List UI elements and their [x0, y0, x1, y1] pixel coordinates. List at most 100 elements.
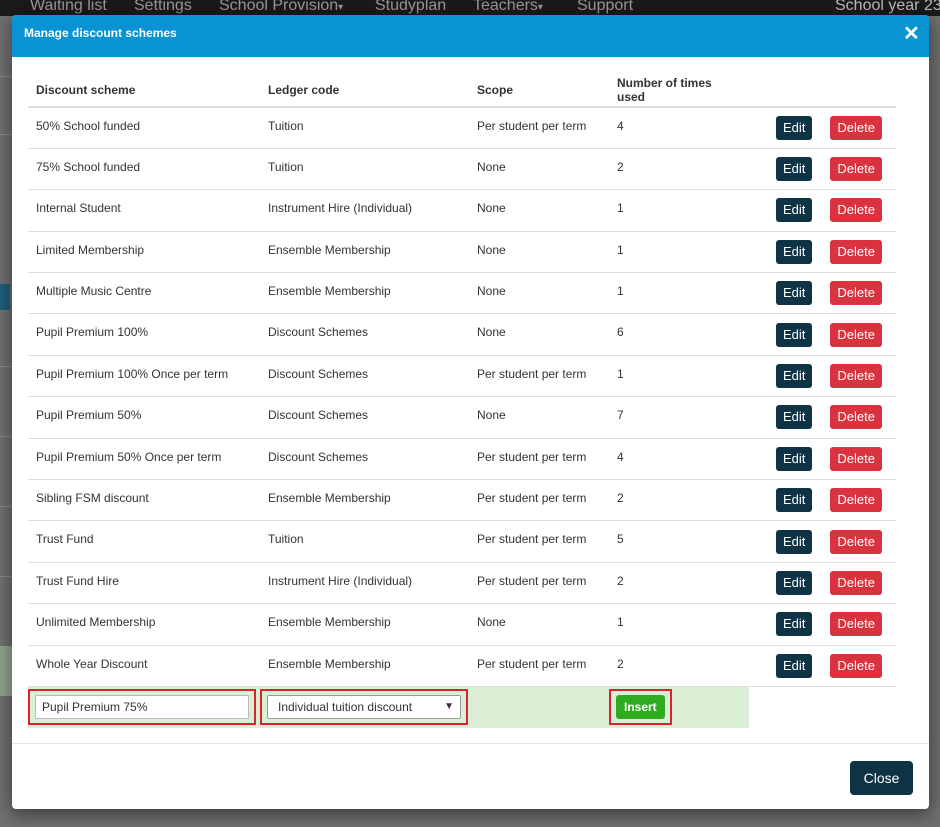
nav-teachers: Teachers▾ — [473, 0, 543, 14]
edit-button[interactable]: Edit — [776, 653, 813, 678]
edit-button[interactable]: Edit — [776, 239, 813, 264]
background-blue-button — [0, 284, 10, 310]
insert-button[interactable]: Insert — [616, 695, 665, 720]
ledger-code: Discount Schemes — [260, 437, 469, 480]
row-actions: Edit Delete — [749, 644, 896, 687]
edit-button[interactable]: Edit — [776, 488, 813, 513]
background-green-panel — [0, 646, 12, 696]
table-row: Multiple Music Centre Ensemble Membership… — [28, 272, 896, 314]
edit-button[interactable]: Edit — [776, 115, 813, 140]
delete-button[interactable]: Delete — [830, 446, 882, 471]
delete-button[interactable]: Delete — [830, 322, 882, 347]
table-row: Sibling FSM discount Ensemble Membership P… — [28, 479, 896, 521]
row-actions: Edit Delete — [749, 354, 896, 397]
scope: Per student per term — [469, 106, 609, 149]
edit-button[interactable]: Edit — [776, 529, 813, 554]
scope: None — [469, 313, 609, 356]
delete-button[interactable]: Delete — [830, 364, 882, 389]
scheme-name: Limited Membership — [28, 230, 260, 273]
delete-button[interactable]: Delete — [830, 115, 882, 140]
ledger-code: Discount Schemes — [260, 313, 469, 356]
row-actions: Edit Delete — [749, 189, 896, 232]
times-used: 1 — [609, 603, 749, 646]
edit-button[interactable]: Edit — [776, 322, 813, 347]
delete-button[interactable]: Delete — [830, 239, 882, 264]
table-header-row: Discount scheme Ledger code Scope Number… — [28, 73, 896, 108]
ledger-code: Ensemble Membership — [260, 644, 469, 687]
modal-title: Manage discount schemes — [24, 26, 177, 40]
nav-school-provision: School Provision▾ — [219, 0, 344, 14]
row-actions: Edit Delete — [749, 479, 896, 521]
scope: None — [469, 396, 609, 439]
delete-button[interactable]: Delete — [830, 653, 882, 678]
delete-button[interactable]: Delete — [830, 612, 882, 637]
edit-button[interactable]: Edit — [776, 446, 813, 471]
scope: None — [469, 603, 609, 646]
scheme-name: Whole Year Discount — [28, 644, 260, 687]
scope: None — [469, 147, 609, 190]
edit-button[interactable]: Edit — [776, 405, 813, 430]
nav-studyplan: Studyplan — [375, 0, 447, 14]
times-used: 2 — [609, 561, 749, 604]
ledger-code: Ensemble Membership — [260, 230, 469, 273]
scheme-name: Internal Student — [28, 189, 260, 232]
scope: Per student per term — [469, 561, 609, 604]
ledger-code: Instrument Hire (Individual) — [260, 561, 469, 604]
delete-button[interactable]: Delete — [830, 281, 882, 306]
edit-button[interactable]: Edit — [776, 612, 813, 637]
manage-discount-schemes-modal: Manage discount schemes ✕ Discount schem… — [12, 15, 929, 809]
scope: None — [469, 230, 609, 273]
edit-button[interactable]: Edit — [776, 364, 813, 389]
delete-button[interactable]: Delete — [830, 488, 882, 513]
background-page-strip — [0, 16, 12, 827]
scheme-name: 75% School funded — [28, 147, 260, 190]
delete-button[interactable]: Delete — [830, 198, 882, 223]
ledger-code: Discount Schemes — [260, 354, 469, 397]
close-button[interactable]: Close — [850, 761, 913, 795]
times-used: 1 — [609, 189, 749, 232]
table-row: Trust Fund Hire Instrument Hire (Individu… — [28, 561, 896, 604]
background-navbar: Waiting list Settings School Provision▾ … — [0, 0, 940, 16]
scheme-name: Sibling FSM discount — [28, 479, 260, 521]
scheme-input-highlight: Pupil Premium 75% — [28, 689, 256, 726]
table-row: 75% School funded Tuition None 2 Edit Delete — [28, 147, 896, 190]
row-actions: Edit Delete — [749, 106, 896, 149]
table-row: Internal Student Instrument Hire (Individ… — [28, 189, 896, 232]
ledger-code: Ensemble Membership — [260, 272, 469, 314]
edit-button[interactable]: Edit — [776, 570, 813, 595]
times-used: 1 — [609, 230, 749, 273]
delete-button[interactable]: Delete — [830, 529, 882, 554]
scheme-name: Trust Fund Hire — [28, 561, 260, 604]
delete-button[interactable]: Delete — [830, 405, 882, 430]
new-scheme-name-input[interactable]: Pupil Premium 75% — [35, 695, 249, 720]
edit-button[interactable]: Edit — [776, 281, 813, 306]
modal-header: Manage discount schemes ✕ — [12, 15, 929, 57]
new-ledger-cell: Individual tuition discount ▼ — [260, 685, 469, 728]
edit-button[interactable]: Edit — [776, 157, 813, 182]
ledger-code: Tuition — [260, 106, 469, 149]
new-empty-cell — [749, 685, 896, 728]
new-scope-cell — [469, 685, 609, 728]
scope: Per student per term — [469, 354, 609, 397]
delete-button[interactable]: Delete — [830, 157, 882, 182]
scheme-name: Pupil Premium 50% Once per term — [28, 437, 260, 480]
scheme-name: Multiple Music Centre — [28, 272, 260, 314]
times-used: 1 — [609, 272, 749, 314]
modal-footer: Close — [12, 743, 929, 809]
delete-button[interactable]: Delete — [830, 570, 882, 595]
edit-button[interactable]: Edit — [776, 198, 813, 223]
row-actions: Edit Delete — [749, 396, 896, 439]
row-actions: Edit Delete — [749, 603, 896, 646]
row-actions: Edit Delete — [749, 230, 896, 273]
discount-schemes-table-wrap: Discount scheme Ledger code Scope Number… — [28, 73, 896, 728]
row-actions: Edit Delete — [749, 520, 896, 563]
table-row: Pupil Premium 100% Once per term Discount… — [28, 354, 896, 397]
close-icon[interactable]: ✕ — [903, 23, 920, 45]
scope: None — [469, 189, 609, 232]
insert-button-highlight: Insert — [609, 689, 672, 726]
school-year-label: School year 23/ — [835, 0, 940, 14]
times-used: 1 — [609, 354, 749, 397]
col-discount-scheme: Discount scheme — [28, 73, 260, 108]
new-ledger-code-select[interactable]: Individual tuition discount ▼ — [267, 695, 461, 720]
ledger-code: Tuition — [260, 520, 469, 563]
